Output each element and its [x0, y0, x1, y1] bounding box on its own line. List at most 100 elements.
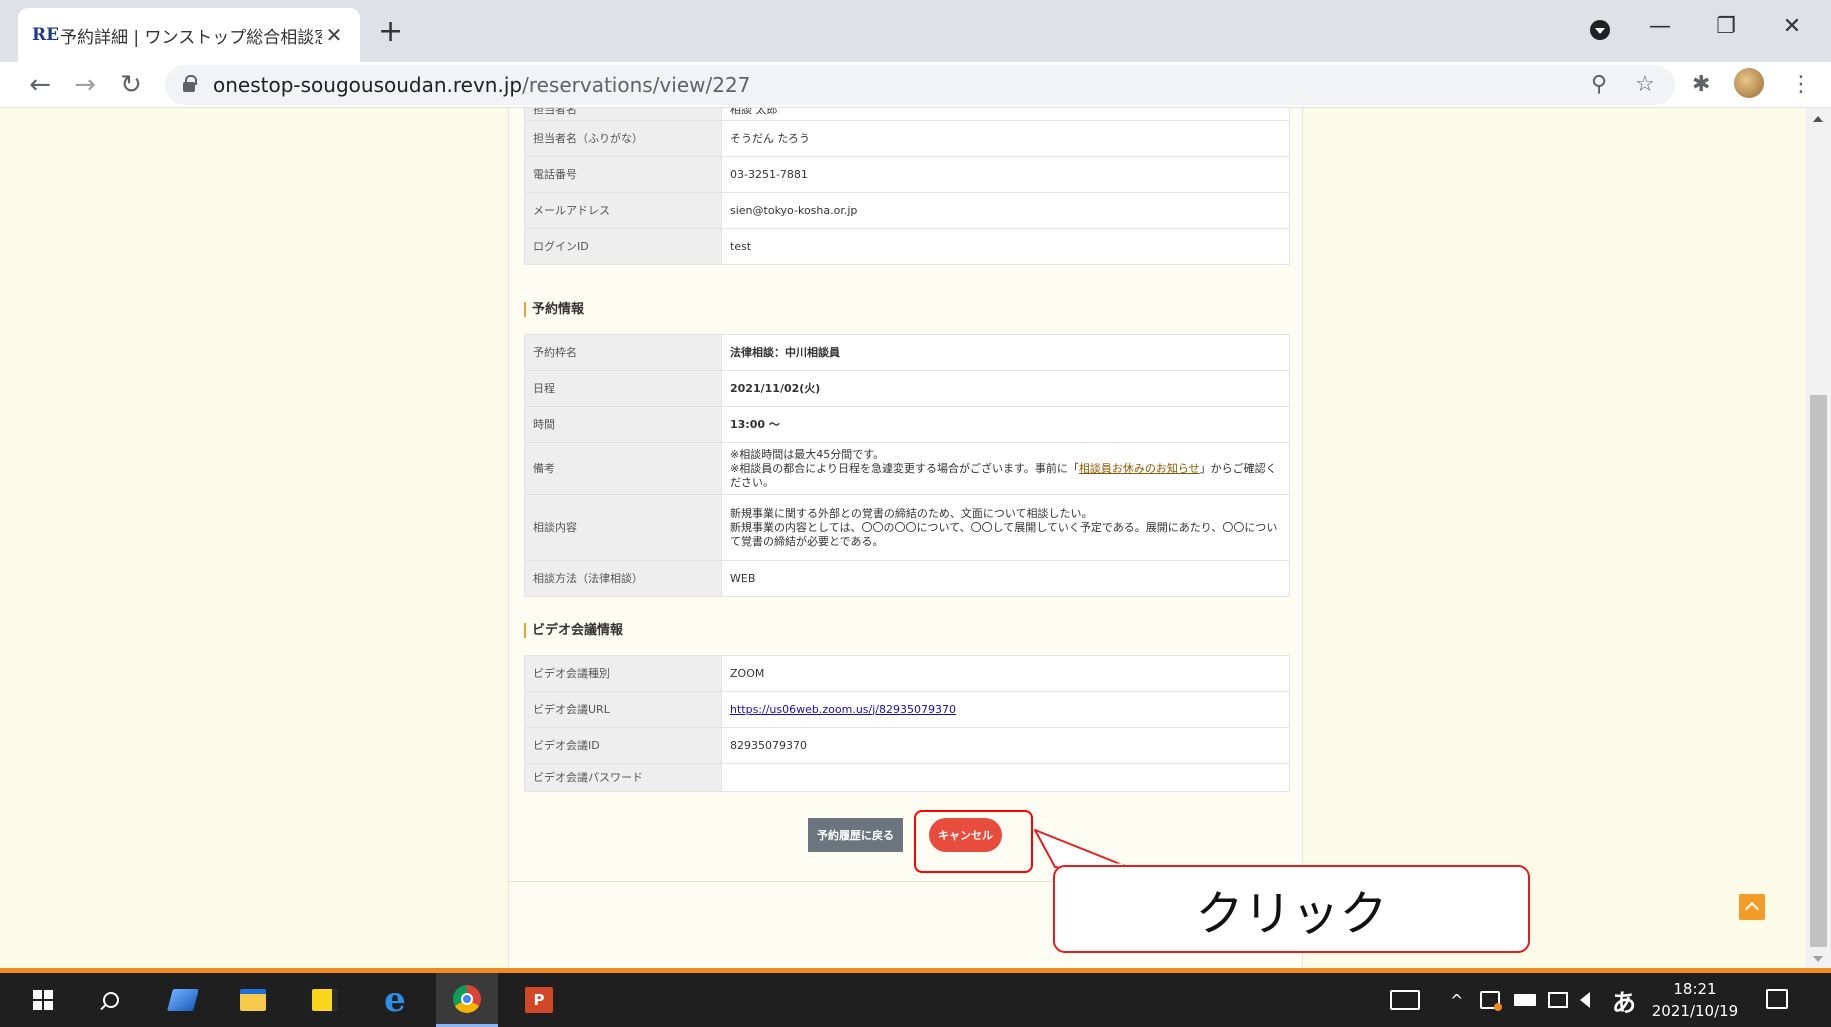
tray-app-icon[interactable]	[1480, 973, 1502, 1027]
video-url-cell: https://us06web.zoom.us/j/82935079370	[721, 691, 1290, 728]
row-value: そうだん たろう	[721, 120, 1290, 157]
network-icon[interactable]	[1548, 973, 1568, 1027]
row-value: sien@tokyo-kosha.or.jp	[721, 192, 1290, 229]
table-row: ビデオ会議パスワード	[524, 763, 1290, 792]
content-line: 新規事業に関する外部との覚書の締結のため、文面について相談したい。	[730, 506, 1093, 520]
back-to-top-button[interactable]	[1739, 894, 1765, 920]
row-value	[721, 763, 1290, 792]
taskbar-app-powerpoint[interactable]: P	[508, 973, 570, 1027]
profile-avatar[interactable]	[1734, 68, 1764, 98]
browser-menu-icon[interactable]: ⋮	[1790, 72, 1812, 97]
reservation-section-heading: 予約情報	[524, 302, 584, 317]
table-row: 相談方法（法律相談） WEB	[524, 560, 1290, 597]
sticky-notes-icon	[312, 989, 338, 1011]
table-row: 担当者名 相談 太郎	[524, 108, 1290, 121]
table-row: メールアドレス sien@tokyo-kosha.or.jp	[524, 192, 1290, 229]
windows-logo-icon	[33, 990, 53, 1010]
back-to-history-button[interactable]: 予約履歴に戻る	[808, 818, 903, 852]
row-label: 時間	[524, 406, 722, 443]
bookmark-star-icon[interactable]: ☆	[1635, 72, 1655, 97]
row-value: 2021/11/02(火)	[721, 370, 1290, 407]
taskbar-app-windows-ink[interactable]	[152, 973, 214, 1027]
page-viewport: 担当者名 相談 太郎 担当者名（ふりがな） そうだん たろう 電話番号 03-3…	[0, 108, 1806, 968]
search-icon	[103, 992, 119, 1008]
chrome-icon	[453, 984, 481, 1013]
video-section-heading: ビデオ会議情報	[524, 623, 623, 638]
zoom-icon[interactable]: ⚲	[1591, 72, 1607, 97]
taskbar-app-sticky-notes[interactable]	[294, 973, 356, 1027]
tab-title: 予約詳細 | ワンストップ総合相談窓口	[60, 27, 322, 48]
scroll-down-arrow-icon[interactable]	[1813, 956, 1823, 962]
address-bar[interactable]: onestop-sougousoudan.revn.jp/reservation…	[165, 65, 1675, 105]
window-close-button[interactable]: ✕	[1772, 14, 1812, 39]
new-tab-button[interactable]: +	[378, 14, 403, 50]
notes-value: ※相談時間は最大45分間です。 ※相談員の都合により日程を急遽変更する場合がござ…	[721, 442, 1290, 495]
tab-close-icon[interactable]: ✕	[322, 23, 346, 47]
scroll-up-arrow-icon[interactable]	[1813, 116, 1823, 122]
row-label: 備考	[524, 442, 722, 495]
battery-icon[interactable]	[1514, 973, 1536, 1027]
table-row: 時間 13:00 ～	[524, 406, 1290, 443]
row-label: 日程	[524, 370, 722, 407]
table-row: 予約枠名 法律相談：中川相談員	[524, 334, 1290, 371]
row-label: 担当者名（ふりがな）	[524, 120, 722, 157]
row-label: 相談内容	[524, 494, 722, 561]
notes-line: ※相談時間は最大45分間です。	[730, 447, 885, 461]
taskbar-search-button[interactable]	[80, 973, 142, 1027]
row-value: 82935079370	[721, 727, 1290, 764]
window-restore-button[interactable]: ❐	[1706, 14, 1746, 39]
row-label: ビデオ会議種別	[524, 655, 722, 692]
clock-time: 18:21	[1673, 980, 1717, 998]
tab-search-icon[interactable]	[1590, 20, 1610, 40]
row-label: 担当者名	[524, 108, 722, 121]
reload-icon[interactable]: ↻	[113, 68, 149, 102]
table-row: 備考 ※相談時間は最大45分間です。 ※相談員の都合により日程を急遽変更する場合…	[524, 442, 1290, 495]
notification-center-icon[interactable]	[1766, 989, 1788, 1009]
table-row: ログインID test	[524, 228, 1290, 265]
taskbar-app-chrome[interactable]	[436, 973, 498, 1027]
extensions-puzzle-icon[interactable]: ✱	[1692, 72, 1710, 97]
window-minimize-button[interactable]: —	[1640, 14, 1680, 39]
row-value: ZOOM	[721, 655, 1290, 692]
table-row: ビデオ会議URL https://us06web.zoom.us/j/82935…	[524, 691, 1290, 728]
ime-indicator[interactable]: あ	[1612, 973, 1636, 1027]
browser-toolbar: ← → ↻ onestop-sougousoudan.revn.jp/reser…	[0, 62, 1831, 108]
row-value: 相談 太郎	[721, 108, 1290, 121]
row-label: ビデオ会議URL	[524, 691, 722, 728]
row-label: 電話番号	[524, 156, 722, 193]
start-button[interactable]	[12, 973, 74, 1027]
forward-arrow-icon[interactable]: →	[67, 68, 103, 102]
url-host: onestop-sougousoudan.revn.jp	[213, 73, 523, 97]
video-url-link[interactable]: https://us06web.zoom.us/j/82935079370	[730, 703, 956, 716]
row-label: メールアドレス	[524, 192, 722, 229]
row-value: 法律相談：中川相談員	[721, 334, 1290, 371]
table-row: ビデオ会議ID 82935079370	[524, 727, 1290, 764]
taskbar-app-explorer[interactable]	[222, 973, 284, 1027]
taskbar-app-internet-explorer[interactable]: e	[364, 973, 426, 1027]
row-value: WEB	[721, 560, 1290, 597]
tray-overflow-chevron-icon[interactable]: ^	[1450, 973, 1463, 1027]
folder-icon	[240, 989, 266, 1011]
row-label: ログインID	[524, 228, 722, 265]
staff-holiday-notice-link[interactable]: 相談員お休みのお知らせ	[1079, 462, 1200, 475]
table-row: ビデオ会議種別 ZOOM	[524, 655, 1290, 692]
table-row: 電話番号 03-3251-7881	[524, 156, 1290, 193]
click-callout: クリック	[1053, 865, 1530, 953]
page-scrollbar[interactable]	[1806, 108, 1831, 968]
browser-tab-active[interactable]: RE 予約詳細 | ワンストップ総合相談窓口 ✕	[18, 8, 360, 62]
news-widget-icon[interactable]	[1390, 973, 1420, 1027]
powerpoint-icon: P	[525, 987, 553, 1013]
notes-line: ※相談員の都合により日程を急遽変更する場合がございます。事前に「相談員お休みのお…	[730, 462, 1281, 490]
volume-icon[interactable]	[1580, 973, 1590, 1027]
back-arrow-icon[interactable]: ←	[22, 68, 58, 102]
reservation-info-table: 予約枠名 法律相談：中川相談員 日程 2021/11/02(火) 時間 13:0…	[524, 334, 1290, 597]
row-value: 13:00 ～	[721, 406, 1290, 443]
video-info-table: ビデオ会議種別 ZOOM ビデオ会議URL https://us06web.zo…	[524, 655, 1290, 792]
notes-text: ※相談員の都合により日程を急遽変更する場合がございます。事前に「	[730, 461, 1079, 475]
clock-date: 2021/10/19	[1651, 1002, 1739, 1020]
table-row: 担当者名（ふりがな） そうだん たろう	[524, 120, 1290, 157]
scroll-thumb[interactable]	[1810, 395, 1827, 947]
consultation-content-value: 新規事業に関する外部との覚書の締結のため、文面について相談したい。 新規事業の内…	[721, 494, 1290, 561]
staff-info-table: 担当者名 相談 太郎 担当者名（ふりがな） そうだん たろう 電話番号 03-3…	[524, 108, 1290, 265]
taskbar-clock[interactable]: 18:21 2021/10/19	[1640, 978, 1750, 1022]
